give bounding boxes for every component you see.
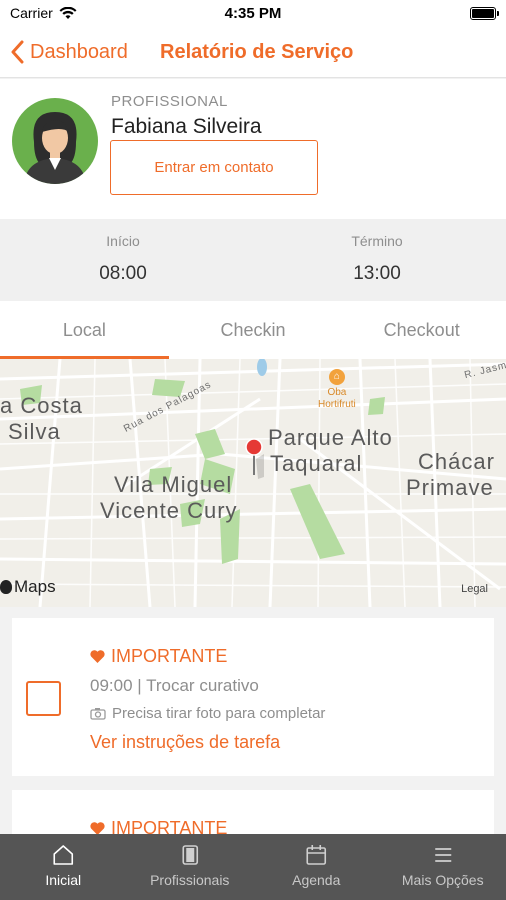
maps-brand-label: Maps [14, 577, 56, 596]
task-instructions-link[interactable]: Ver instruções de tarefa [90, 732, 280, 753]
tab-bar-label: Agenda [292, 872, 341, 888]
tab-bar-inicial[interactable]: Inicial [0, 834, 127, 900]
segment-tabs: Local Checkin Checkout [0, 301, 506, 359]
map-label: Primave [406, 475, 494, 500]
back-button[interactable]: Dashboard [10, 40, 128, 64]
photo-note: Precisa tirar foto para completar [90, 705, 325, 722]
task-title: Trocar curativo [146, 676, 259, 695]
tab-bar-profissionais[interactable]: Profissionais [127, 834, 254, 900]
professionals-icon [181, 845, 198, 865]
tab-bar-label: Mais Opções [401, 872, 484, 888]
photo-note-text: Precisa tirar foto para completar [112, 705, 326, 722]
legal-link[interactable]: Legal [461, 583, 488, 595]
avatar [12, 98, 98, 184]
navigation-bar: Dashboard Relatório de Serviço [0, 28, 506, 78]
maps-logo: Maps [0, 577, 56, 597]
location-map[interactable]: a Costa Silva Rua dos Palagoas Parque Al… [0, 359, 506, 607]
role-label: PROFISSIONAL [111, 93, 228, 110]
map-label: Vila Miguel [114, 472, 233, 497]
end-time: Término 13:00 [277, 233, 477, 285]
heart-icon [90, 650, 105, 663]
importance-label: IMPORTANTE [111, 646, 228, 666]
poi-label-2: Hortifruti [318, 399, 356, 410]
bottom-tab-bar: Inicial Profissionais Agenda Mais Opções [0, 834, 506, 900]
map-label: Taquaral [270, 451, 363, 476]
tab-bar-agenda[interactable]: Agenda [253, 834, 380, 900]
chevron-left-icon [11, 40, 24, 64]
end-time-label: Término [351, 233, 403, 249]
shopping-basket-icon: ⌂ [328, 369, 345, 385]
location-pin-icon [245, 438, 263, 456]
tab-bar-mais-opcoes[interactable]: Mais Opções [380, 834, 506, 900]
map-label: a Costa [0, 393, 83, 418]
tab-local[interactable]: Local [0, 301, 169, 359]
tab-checkin[interactable]: Checkin [169, 301, 338, 359]
map-label: Silva [8, 419, 61, 444]
map-label: Parque Alto [268, 425, 393, 450]
back-button-label: Dashboard [30, 40, 128, 63]
status-bar: Carrier 4:35 PM [0, 0, 506, 28]
menu-icon [434, 848, 451, 862]
calendar-icon [306, 845, 327, 865]
apple-logo-icon [0, 580, 12, 594]
camera-icon [90, 708, 106, 720]
page-title: Relatório de Serviço [160, 41, 354, 63]
schedule-times: Início 08:00 Término 13:00 [0, 219, 506, 301]
map-label: Vicente Cury [100, 498, 238, 523]
home-icon [53, 845, 74, 865]
task-separator: | [132, 676, 147, 695]
start-time-label: Início [106, 233, 140, 249]
tab-bar-label: Profissionais [150, 872, 230, 888]
end-time-value: 13:00 [353, 263, 401, 284]
task-time: 09:00 [90, 676, 133, 695]
start-time: Início 08:00 [23, 233, 223, 285]
status-time: 4:35 PM [224, 5, 282, 22]
contact-button[interactable]: Entrar em contato [110, 140, 318, 195]
task-summary: 09:00 | Trocar curativo [90, 676, 259, 696]
professional-name: Fabiana Silveira [111, 115, 262, 138]
professional-profile: PROFISSIONAL Fabiana Silveira Entrar em … [0, 79, 506, 219]
tab-checkout[interactable]: Checkout [337, 301, 506, 359]
importance-badge: IMPORTANTE [90, 646, 227, 667]
tab-bar-label: Inicial [45, 872, 82, 888]
map-label: Chácar [418, 449, 495, 474]
person-avatar-icon [24, 112, 86, 184]
map-poi[interactable]: ⌂ Oba Hortifruti [318, 369, 356, 411]
task-card: IMPORTANTE 09:00 | Trocar curativo Preci… [12, 618, 494, 776]
task-checkbox[interactable] [26, 681, 61, 716]
battery-icon [470, 7, 499, 20]
poi-label-1: Oba [327, 387, 347, 398]
start-time-value: 08:00 [99, 263, 147, 284]
